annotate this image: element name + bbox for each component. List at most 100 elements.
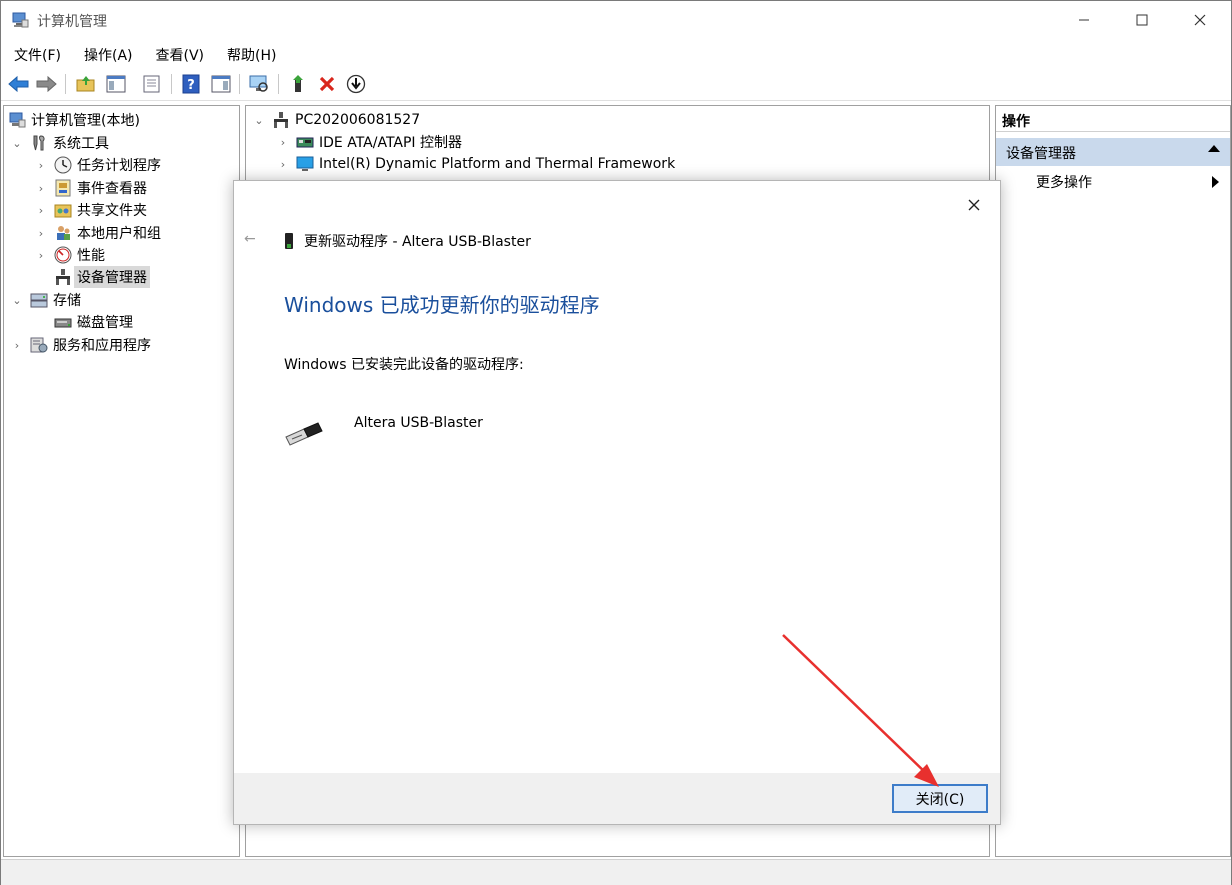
dialog-header-text: 更新驱动程序 - Altera USB-Blaster [304, 234, 531, 250]
enable-device-icon [293, 75, 303, 92]
system-tools-icon [33, 135, 45, 151]
scan-hardware-button[interactable] [247, 72, 271, 96]
uninstall-device-button[interactable] [315, 72, 339, 96]
tree-item-storage[interactable]: ⌄ 存储 [10, 289, 81, 311]
scan-hardware-icon [249, 75, 268, 92]
actions-pane: 操作 设备管理器 更多操作 [995, 105, 1231, 857]
enable-device-button[interactable] [287, 72, 311, 96]
tree-item-shared-folders[interactable]: › 共享文件夹 [34, 199, 147, 221]
device-category-label: Intel(R) Dynamic Platform and Thermal Fr… [319, 156, 676, 172]
close-button[interactable]: 关闭(C) [892, 784, 988, 813]
tree-item-task-scheduler[interactable]: › 任务计划程序 [34, 154, 161, 176]
dialog-description: Windows 已安装完此设备的驱动程序: [284, 357, 524, 373]
tree-item-device-manager[interactable]: 设备管理器 [54, 266, 150, 288]
dialog-title: Windows 已成功更新你的驱动程序 [284, 293, 600, 317]
device-tree-root[interactable]: ⌄ PC202006081527 [252, 109, 420, 131]
usb-device-icon [285, 233, 293, 249]
tree-item-disk-management[interactable]: 磁盘管理 [54, 311, 133, 333]
back-button[interactable] [7, 72, 31, 96]
tree-item-performance[interactable]: › 性能 [34, 244, 105, 266]
status-bar [1, 859, 1231, 885]
menu-view[interactable]: 查看(V) [143, 41, 215, 67]
chevron-down-icon[interactable]: ⌄ [10, 294, 24, 307]
help-button[interactable]: ? [179, 72, 203, 96]
chevron-down-icon[interactable]: ⌄ [10, 137, 24, 150]
tree-item-label: 存储 [53, 293, 81, 309]
computer-management-icon [9, 112, 26, 128]
tree-item-label: 性能 [77, 248, 105, 264]
chevron-down-icon[interactable]: ⌄ [252, 114, 266, 127]
device-category-intel-dptf[interactable]: › Intel(R) Dynamic Platform and Thermal … [276, 153, 675, 175]
device-category-label: IDE ATA/ATAPI 控制器 [319, 135, 463, 151]
window-title: 计算机管理 [37, 14, 107, 30]
tree-item-event-viewer[interactable]: › 事件查看器 [34, 177, 147, 199]
export-list-button[interactable] [140, 72, 164, 96]
close-icon [1194, 14, 1206, 26]
show-hide-tree-icon [106, 75, 126, 93]
up-folder-icon [76, 76, 95, 92]
up-one-level-button[interactable] [74, 72, 98, 96]
forward-button[interactable] [34, 72, 58, 96]
chevron-right-icon[interactable]: › [34, 249, 48, 262]
dialog-close-button[interactable] [960, 191, 988, 219]
actions-section-device-manager[interactable]: 设备管理器 [996, 138, 1230, 166]
menu-help[interactable]: 帮助(H) [214, 41, 286, 67]
tree-item-label: 任务计划程序 [77, 158, 161, 174]
maximize-icon [1136, 14, 1148, 26]
monitor-icon [296, 156, 314, 171]
back-arrow-icon [8, 75, 29, 93]
tree-item-label: 设备管理器 [74, 266, 150, 288]
tree-item-label: 服务和应用程序 [53, 338, 151, 354]
more-actions-link[interactable]: 更多操作 [1036, 172, 1092, 192]
close-icon [968, 199, 980, 211]
back-arrow-icon[interactable]: ← [244, 231, 256, 247]
minimize-button[interactable] [1055, 1, 1113, 39]
chevron-right-icon[interactable]: › [276, 136, 290, 149]
users-icon [57, 226, 70, 240]
chevron-right-icon[interactable]: › [34, 204, 48, 217]
maximize-button[interactable] [1113, 1, 1171, 39]
clock-icon [54, 156, 72, 174]
show-hide-tree-button[interactable] [104, 72, 128, 96]
chevron-right-icon[interactable]: › [34, 227, 48, 240]
usb-plug-icon [285, 422, 323, 446]
performance-gauge-icon [54, 246, 72, 264]
toolbar-separator [65, 74, 66, 94]
update-driver-icon [346, 74, 366, 94]
update-driver-dialog: ← 更新驱动程序 - Altera USB-Blaster Windows 已成… [233, 180, 1001, 825]
device-manager-icon [274, 112, 288, 128]
toolbar-separator [239, 74, 240, 94]
storage-icon [30, 293, 48, 308]
menu-action[interactable]: 操作(A) [71, 41, 143, 67]
submenu-arrow-icon [1212, 176, 1219, 188]
menu-file[interactable]: 文件(F) [1, 41, 71, 67]
chevron-right-icon[interactable]: › [276, 158, 290, 171]
help-icon: ? [182, 74, 200, 94]
tree-item-local-users-groups[interactable]: › 本地用户和组 [34, 222, 161, 244]
dialog-footer: 关闭(C) [234, 773, 1000, 824]
device-tree-root-label: PC202006081527 [295, 112, 421, 128]
chevron-right-icon[interactable]: › [10, 339, 24, 352]
console-tree-pane: 计算机管理(本地) ⌄ 系统工具 › 任务计划程序 › 事件查看器 › 共享文件… [3, 105, 240, 857]
computer-management-window: 计算机管理 文件(F) 操作(A) 查看(V) 帮助(H) ? 计算机管理(本地… [0, 0, 1232, 885]
collapse-triangle-icon[interactable] [1208, 145, 1220, 152]
tree-item-services-applications[interactable]: › 服务和应用程序 [10, 334, 151, 356]
toolbar-separator [171, 74, 172, 94]
ide-controller-icon [296, 137, 314, 148]
chevron-right-icon[interactable]: › [34, 159, 48, 172]
window-close-button[interactable] [1171, 1, 1229, 39]
tree-item-computer-management[interactable]: 计算机管理(本地) [8, 109, 140, 131]
tree-item-label: 事件查看器 [77, 181, 147, 197]
show-action-pane-button[interactable] [209, 72, 233, 96]
tree-item-label: 磁盘管理 [77, 315, 133, 331]
disk-icon [54, 318, 72, 328]
show-action-pane-icon [211, 75, 231, 93]
tree-item-system-tools[interactable]: ⌄ 系统工具 [10, 132, 109, 154]
device-category-ide[interactable]: › IDE ATA/ATAPI 控制器 [276, 131, 462, 153]
services-icon [30, 337, 48, 353]
actions-section-label: 设备管理器 [1006, 146, 1076, 162]
chevron-right-icon[interactable]: › [34, 182, 48, 195]
svg-text:?: ? [187, 78, 195, 93]
uninstall-device-icon [319, 76, 335, 92]
update-driver-button[interactable] [344, 72, 368, 96]
